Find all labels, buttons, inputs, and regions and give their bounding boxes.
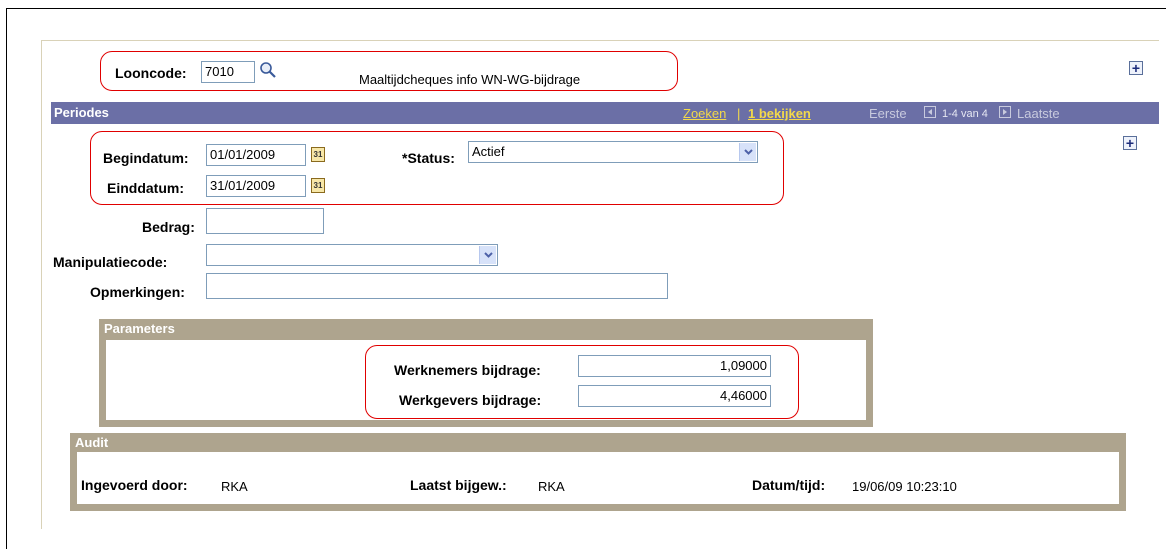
datum-value: 19/06/09 10:23:10 [852,479,957,494]
manipulatiecode-label: Manipulatiecode: [53,254,168,270]
bedrag-input[interactable] [206,208,324,234]
periodes-title: Periodes [54,105,109,120]
einddatum-label: Einddatum: [107,180,184,196]
looncode-label: Looncode: [115,65,187,81]
previous-arrow-icon[interactable] [924,106,936,118]
werkgevers-input[interactable]: 4,46000 [578,385,771,407]
zoeken-link[interactable]: Zoeken [683,106,726,121]
begindatum-input[interactable]: 01/01/2009 [206,144,306,166]
bedrag-label: Bedrag: [142,219,195,235]
add-row-plus-icon[interactable]: + [1129,61,1143,75]
status-label: *Status: [402,150,455,166]
last-link[interactable]: Laatste [1017,106,1060,121]
ingevoerd-value: RKA [221,479,248,494]
search-icon[interactable] [259,61,277,82]
looncode-description: Maaltijdcheques info WN-WG-bijdrage [359,72,581,87]
page-top-divider [41,40,1159,41]
laatst-label: Laatst bijgew.: [410,477,507,493]
audit-title: Audit [75,435,109,450]
chevron-down-icon[interactable] [739,143,756,161]
status-selected-value: Actief [472,144,505,159]
record-range: 1-4 van 4 [942,108,988,120]
einddatum-input[interactable]: 31/01/2009 [206,175,306,197]
status-select[interactable]: Actief [468,141,758,163]
parameters-title: Parameters [104,321,175,336]
chevron-down-icon[interactable] [479,246,496,264]
first-link[interactable]: Eerste [869,106,907,121]
page-left-divider [41,40,42,529]
manipulatiecode-select[interactable] [206,244,498,266]
periodes-title-bar: Periodes Zoeken | 1 bekijken Eerste 1-4 … [51,102,1159,124]
looncode-input[interactable]: 7010 [201,61,255,83]
calendar-icon[interactable]: 31 [311,147,325,162]
datum-label: Datum/tijd: [752,477,826,493]
audit-body [77,452,1119,504]
werkgevers-label: Werkgevers bijdrage: [399,392,542,408]
laatst-value: RKA [538,479,565,494]
view-all-link[interactable]: 1 bekijken [748,106,811,121]
ingevoerd-label: Ingevoerd door: [81,477,188,493]
werknemers-input[interactable]: 1,09000 [578,355,771,377]
begindatum-label: Begindatum: [103,150,189,166]
opmerkingen-input[interactable] [206,273,668,299]
nav-separator: | [737,106,741,121]
audit-section: Audit [70,433,1126,511]
opmerkingen-label: Opmerkingen: [90,284,185,300]
next-arrow-icon[interactable] [999,106,1011,118]
calendar-icon[interactable]: 31 [311,178,325,193]
werknemers-label: Werknemers bijdrage: [394,362,541,378]
add-period-plus-icon[interactable]: + [1123,136,1137,150]
